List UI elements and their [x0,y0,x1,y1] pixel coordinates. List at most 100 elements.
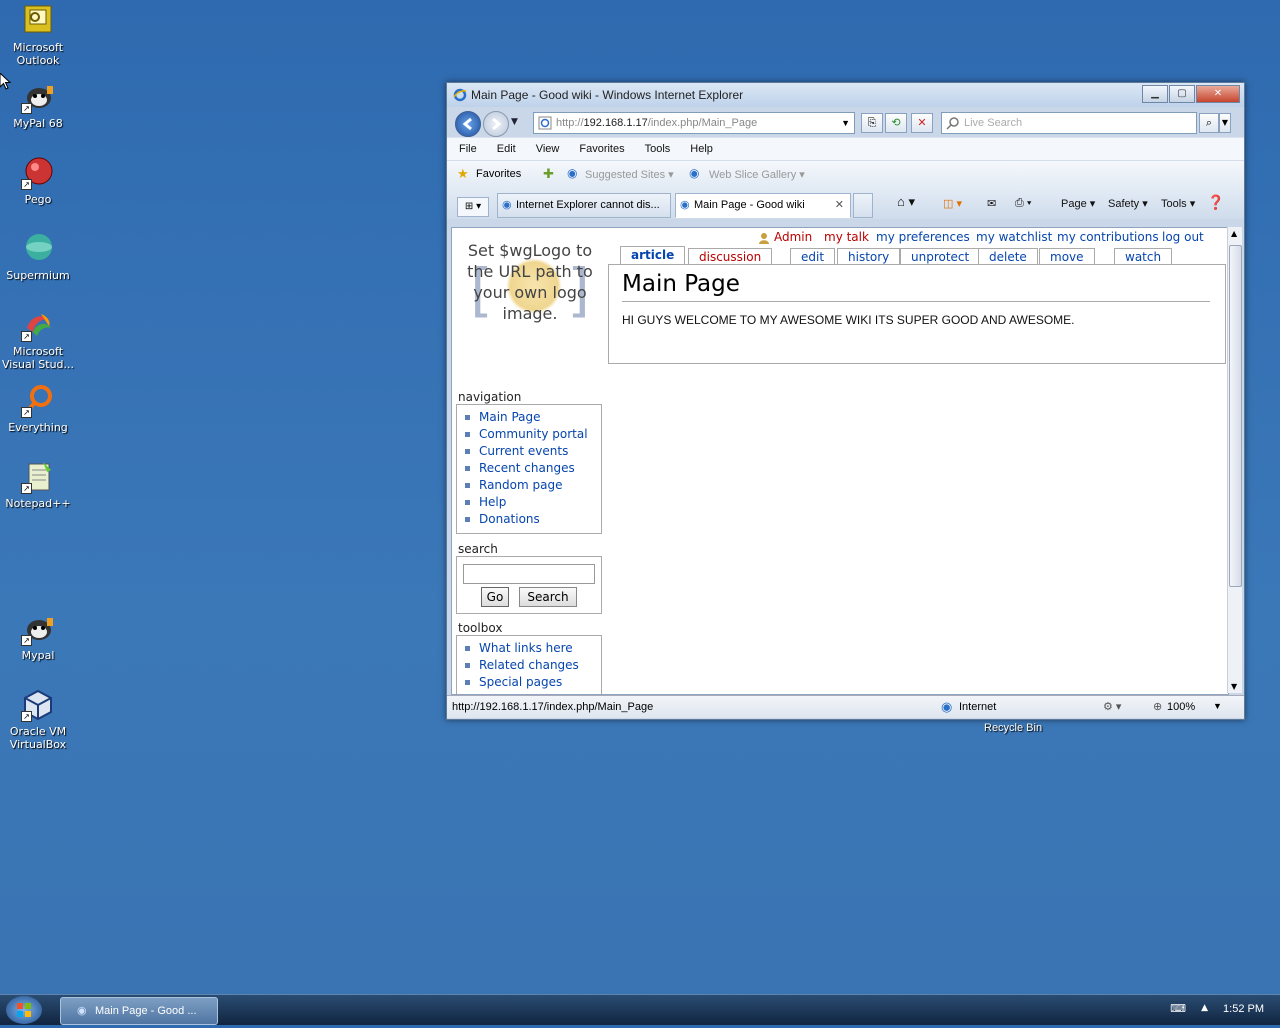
tab-unprotect[interactable]: unprotect [900,248,981,265]
wiki-logo[interactable]: [ ] Set $wgLogo to the URL path to your … [460,240,600,360]
forward-button[interactable] [483,111,509,137]
menu-view[interactable]: View [524,138,568,160]
maximize-button[interactable]: ▢ [1169,85,1195,103]
title-bar[interactable]: Main Page - Good wiki - Windows Internet… [447,83,1244,107]
toolbox-link-special-pages[interactable]: Special pages [465,674,601,691]
search-icon [946,117,959,130]
menu-file[interactable]: File [447,138,485,160]
tab-watch[interactable]: watch [1114,248,1173,265]
menu-favorites[interactable]: Favorites [567,138,632,160]
scroll-up-icon[interactable]: ▲ [1231,229,1237,238]
stop-button[interactable]: ✕ [911,113,933,133]
desktop-icon-visual-studio[interactable]: ↗ Microsoft Visual Stud... [0,308,76,371]
my-preferences-link[interactable]: my preferences [876,230,970,244]
nav-link-main-page[interactable]: Main Page [465,409,601,426]
mail-icon[interactable]: ✉ [987,197,996,210]
search-go-button[interactable]: ⌕ [1199,113,1219,133]
tab-move[interactable]: move [1039,248,1095,265]
recent-pages-dropdown[interactable]: ▼ [511,117,518,127]
desktop-icon-virtualbox[interactable]: ↗ Oracle VM VirtualBox [0,688,76,751]
scrollbar-thumb[interactable] [1229,245,1242,587]
go-button[interactable]: Go [481,587,509,607]
wiki-search-input[interactable] [463,564,595,584]
forward-arrow-icon [492,117,502,131]
feeds-icon[interactable]: ◫ ▾ [943,197,962,210]
tools-menu[interactable]: Tools ▾ [1161,197,1195,210]
globe-icon: ◉ [941,699,953,714]
print-icon[interactable]: ⎙ ▾ [1015,197,1031,210]
tab-article[interactable]: article [620,246,686,266]
user-link[interactable]: Admin [774,230,812,244]
nav-link-community-portal[interactable]: Community portal [465,426,601,443]
new-tab-button[interactable] [853,193,873,218]
taskbar-button-label: Main Page - Good ... [95,1005,197,1017]
desktop-icon-everything[interactable]: ↗ Everything [0,384,76,434]
desktop-icon-mypal68[interactable]: ↗ MyPal 68 [0,80,76,130]
vertical-scrollbar[interactable]: ▲ ▼ [1227,227,1242,693]
nav-link-help[interactable]: Help [465,494,601,511]
safety-menu[interactable]: Safety ▾ [1108,197,1148,210]
nav-link-recent-changes[interactable]: Recent changes [465,460,601,477]
refresh-button[interactable]: ⟲ [885,113,907,133]
show-hidden-icons-icon[interactable]: ▲ [1201,1003,1208,1013]
clock[interactable]: 1:52 PM [1223,1003,1264,1015]
my-talk-link[interactable]: my talk [824,230,869,244]
add-favorites-icon[interactable]: ✚ [543,166,554,182]
compatibility-view-button[interactable]: ⎘ [861,113,883,133]
supermium-icon [21,232,55,266]
status-bar: http://192.168.1.17/index.php/Main_Page … [447,695,1244,718]
address-path: /index.php/Main_Page [647,117,758,129]
menu-edit[interactable]: Edit [485,138,524,160]
search-input[interactable]: Live Search [941,112,1197,134]
taskbar-ie-button[interactable]: ◉ Main Page - Good ... [60,997,218,1025]
menu-help[interactable]: Help [678,138,721,160]
nav-link-random-page[interactable]: Random page [465,477,601,494]
toolbox-link-related-changes[interactable]: Related changes [465,657,601,674]
start-button[interactable] [6,996,42,1024]
favorites-button[interactable]: Favorites [476,168,521,180]
suggested-sites-link[interactable]: Suggested Sites ▾ [585,168,674,181]
address-dropdown-icon[interactable]: ▼ [841,113,850,133]
log-out-link[interactable]: log out [1162,230,1204,244]
tab-discussion[interactable]: discussion [688,248,773,265]
stop-icon: ✕ [917,116,927,129]
desktop-icon-mypal[interactable]: ↗ Mypal [0,612,76,662]
menu-tools[interactable]: Tools [633,138,679,160]
search-button[interactable]: Search [519,587,577,607]
zoom-level[interactable]: 100% [1167,701,1195,713]
tab-main-page[interactable]: ◉ Main Page - Good wiki ✕ [675,193,851,218]
tools-menu-label: Tools [1161,198,1187,210]
tab-ie-cannot-display[interactable]: ◉ Internet Explorer cannot dis... [497,193,671,218]
zoom-dropdown-icon[interactable]: ▼ [1213,701,1222,711]
tab-delete[interactable]: delete [978,248,1038,265]
address-bar[interactable]: http://192.168.1.17/index.php/Main_Page … [533,112,855,134]
home-icon[interactable]: ⌂ ▾ [897,194,915,210]
desktop-icon-pego[interactable]: ↗ Pego [0,156,76,206]
desktop-icon-outlook[interactable]: Microsoft Outlook [0,4,76,67]
web-slice-gallery-link[interactable]: Web Slice Gallery ▾ [709,168,805,181]
tab-edit[interactable]: edit [790,248,836,265]
my-contributions-link[interactable]: my contributions [1057,230,1159,244]
toolbox-link-what-links-here[interactable]: What links here [465,640,601,657]
desktop-icon-notepadpp[interactable]: ↗ Notepad++ [0,460,76,510]
ie-icon: ◉ [77,1005,87,1017]
scroll-down-icon[interactable]: ▼ [1231,682,1237,691]
quick-tabs-button[interactable]: ⊞ ▾ [457,197,489,217]
close-button[interactable]: ✕ [1196,85,1240,103]
close-tab-icon[interactable]: ✕ [835,194,844,217]
recycle-bin-label[interactable]: Recycle Bin [984,722,1042,734]
my-watchlist-link[interactable]: my watchlist [976,230,1052,244]
nav-link-current-events[interactable]: Current events [465,443,601,460]
tab-history[interactable]: history [837,248,901,265]
protected-mode-icon[interactable]: ⚙ ▾ [1103,700,1121,713]
search-options-button[interactable]: ▼ [1219,113,1231,133]
desktop-icon-supermium[interactable]: Supermium [0,232,76,282]
nav-link-donations[interactable]: Donations [465,511,601,528]
keyboard-icon[interactable]: ⌨ [1170,1002,1186,1015]
help-icon[interactable]: ❓ [1207,194,1224,211]
minimize-button[interactable]: ▁ [1142,85,1168,103]
back-button[interactable] [455,111,481,137]
menu-bar: File Edit View Favorites Tools Help [447,137,1244,160]
page-title: Main Page [622,271,1210,302]
page-menu[interactable]: Page ▾ [1061,197,1095,210]
